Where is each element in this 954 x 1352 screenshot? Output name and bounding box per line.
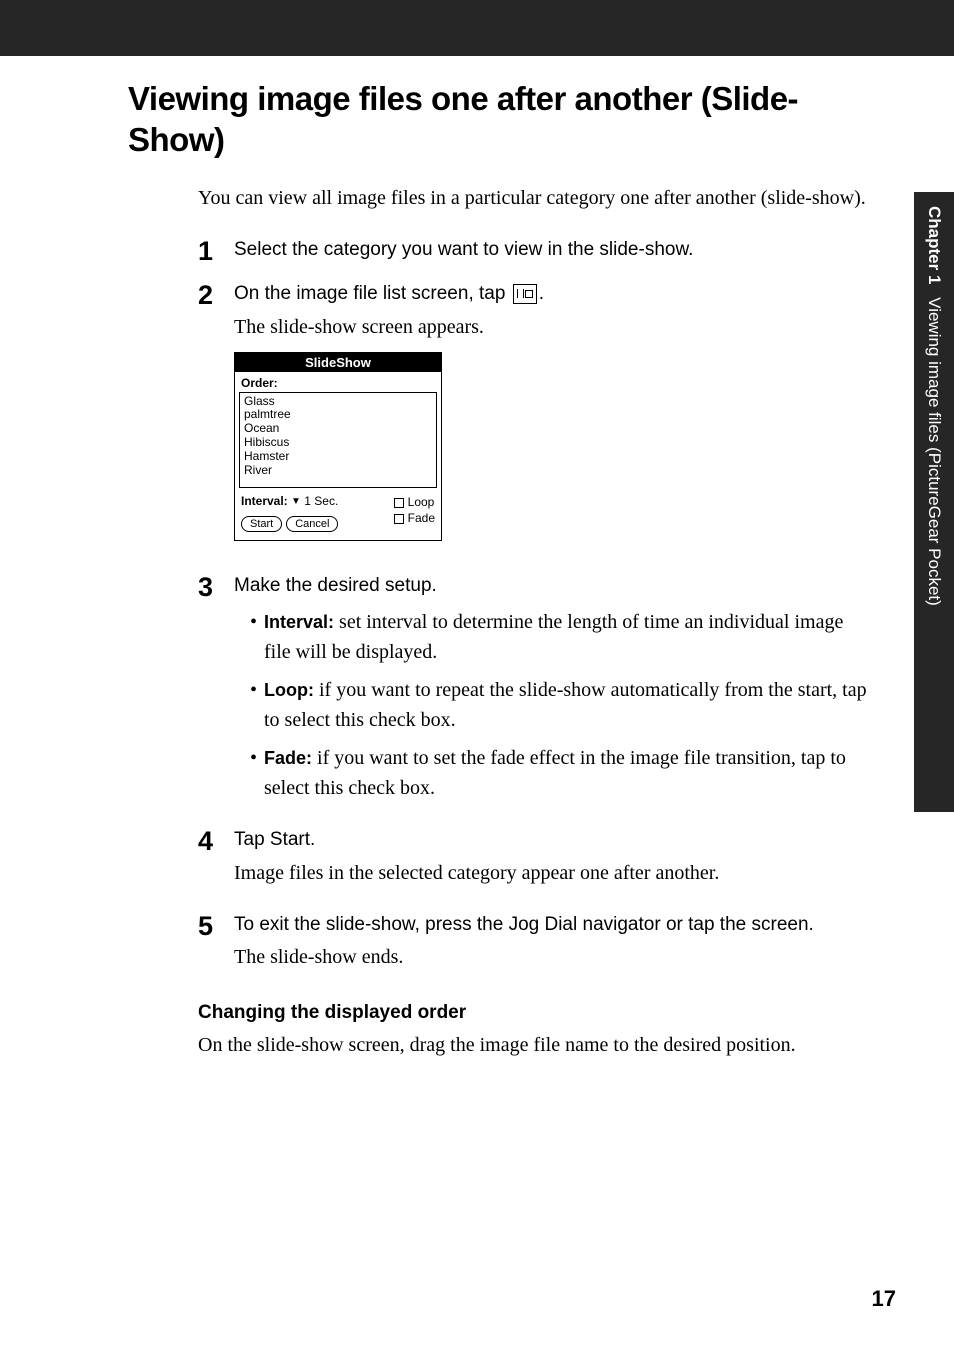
step-sub: The slide-show ends. xyxy=(234,942,874,972)
bullet-fade: • Fade: if you want to set the fade effe… xyxy=(250,743,874,803)
ss-order-label: Order: xyxy=(235,372,441,392)
ss-interval-label: Interval: xyxy=(241,494,288,508)
step-2: 2 On the image file list screen, tap . T… xyxy=(198,281,874,559)
chapter-text: Viewing image files (PictureGear Pocket) xyxy=(925,297,944,606)
step-sub: Image files in the selected category app… xyxy=(234,858,874,888)
ss-interval[interactable]: Interval: ▼ 1 Sec. xyxy=(241,494,338,508)
list-item[interactable]: Glass xyxy=(244,395,432,409)
step-number: 3 xyxy=(198,573,234,814)
start-button[interactable]: Start xyxy=(241,516,282,532)
bullet-text: if you want to repeat the slide-show aut… xyxy=(264,679,867,731)
ss-title: SlideShow xyxy=(235,353,441,372)
bullet-label: Fade: xyxy=(264,748,312,768)
slideshow-screenshot: SlideShow Order: Glass palmtree Ocean Hi… xyxy=(234,352,442,541)
step-instruction: On the image file list screen, tap . xyxy=(234,281,874,308)
step-1: 1 Select the category you want to view i… xyxy=(198,237,874,268)
checkbox-icon[interactable] xyxy=(394,514,404,524)
list-item[interactable]: River xyxy=(244,464,432,478)
checkbox-icon[interactable] xyxy=(394,498,404,508)
step-number: 4 xyxy=(198,827,234,898)
loop-label: Loop xyxy=(408,495,435,509)
cancel-button[interactable]: Cancel xyxy=(286,516,338,532)
page-title: Viewing image files one after another (S… xyxy=(128,78,874,161)
bullet-loop: • Loop: if you want to repeat the slide-… xyxy=(250,675,874,735)
loop-checkbox-row[interactable]: Loop xyxy=(394,494,435,511)
fade-checkbox-row[interactable]: Fade xyxy=(394,510,435,527)
intro-paragraph: You can view all image files in a partic… xyxy=(198,183,874,213)
step-4: 4 Tap Start. Image files in the selected… xyxy=(198,827,874,898)
dropdown-icon[interactable]: ▼ xyxy=(291,496,301,507)
instruction-post: . xyxy=(539,283,544,304)
step-5: 5 To exit the slide-show, press the Jog … xyxy=(198,912,874,983)
body-text: On the slide-show screen, drag the image… xyxy=(198,1030,874,1060)
step-3: 3 Make the desired setup. • Interval: se… xyxy=(198,573,874,814)
slideshow-icon xyxy=(513,284,537,304)
ss-interval-value: 1 Sec. xyxy=(304,494,338,508)
fade-label: Fade xyxy=(408,511,435,525)
bullet-interval: • Interval: set interval to determine th… xyxy=(250,607,874,667)
chapter-side-tab: Chapter 1 Viewing image files (PictureGe… xyxy=(914,192,954,812)
list-item[interactable]: Hamster xyxy=(244,450,432,464)
step-instruction: Tap Start. xyxy=(234,827,874,854)
bullet-label: Interval: xyxy=(264,612,334,632)
step-instruction: Select the category you want to view in … xyxy=(234,237,874,264)
step-number: 5 xyxy=(198,912,234,983)
top-black-bar xyxy=(0,0,954,56)
list-item[interactable]: Ocean xyxy=(244,422,432,436)
step-number: 2 xyxy=(198,281,234,559)
ss-order-list[interactable]: Glass palmtree Ocean Hibiscus Hamster Ri… xyxy=(239,392,437,488)
bullet-text: if you want to set the fade effect in th… xyxy=(264,747,846,799)
step-number: 1 xyxy=(198,237,234,268)
bullet-text: set interval to determine the length of … xyxy=(264,611,843,663)
bullet-label: Loop: xyxy=(264,680,314,700)
sub-heading: Changing the displayed order xyxy=(198,1002,874,1024)
chapter-label: Chapter 1 xyxy=(925,206,944,284)
instruction-pre: On the image file list screen, tap xyxy=(234,283,511,304)
step-instruction: To exit the slide-show, press the Jog Di… xyxy=(234,912,874,939)
page-number: 17 xyxy=(872,1286,896,1312)
list-item[interactable]: Hibiscus xyxy=(244,436,432,450)
list-item[interactable]: palmtree xyxy=(244,408,432,422)
step-sub: The slide-show screen appears. xyxy=(234,312,874,342)
step-instruction: Make the desired setup. xyxy=(234,573,874,600)
